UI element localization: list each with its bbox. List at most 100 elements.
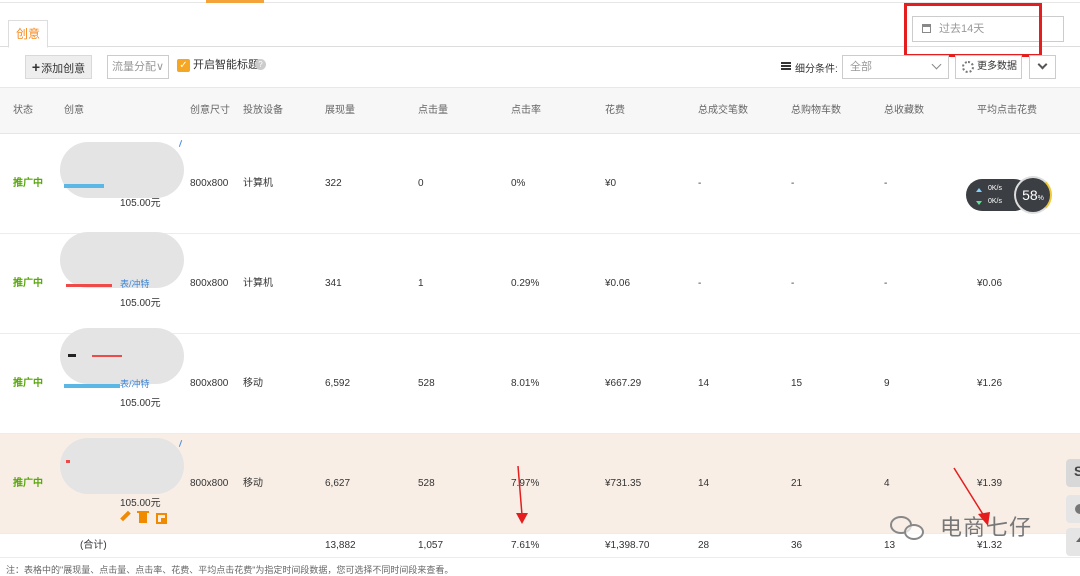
creative-thumbnail[interactable]: [60, 142, 184, 198]
cell-device: 计算机: [243, 178, 273, 189]
cell-device: 计算机: [243, 278, 273, 289]
add-creative-button[interactable]: +添加创意: [25, 55, 92, 79]
side-service-button[interactable]: S: [1066, 459, 1080, 487]
creative-tag: 表/冲特: [120, 379, 150, 389]
smart-title-checkbox[interactable]: ✓: [177, 59, 190, 72]
cell-ctr: 0%: [511, 178, 526, 189]
cell-cost: ¥667.29: [605, 378, 642, 389]
edit-icon[interactable]: [120, 510, 131, 522]
creative-price: 105.00元: [120, 498, 161, 509]
delete-icon[interactable]: [137, 511, 149, 523]
col-carts[interactable]: 总购物车数: [791, 88, 841, 134]
gear-icon: [962, 61, 974, 73]
cell-clicks: 1: [418, 278, 424, 289]
cell-size: 800x800: [190, 178, 229, 189]
col-avg-cpc[interactable]: 平均点击花费: [977, 88, 1037, 134]
total-ctr: 7.61%: [511, 540, 540, 551]
more-data-button[interactable]: 更多数据: [955, 55, 1022, 79]
flow-allocation-dropdown[interactable]: 流量分配∨: [107, 55, 169, 79]
footnote: 注：表格中的"展现量、点击量、点击率、花费、平均点击花费"为指定时间段数据，您可…: [6, 565, 454, 575]
table-row: 推广中 表/冲特 105.00元 800x800 计算机 341 1 0.29%…: [0, 232, 1080, 334]
cell-device: 移动: [243, 478, 263, 489]
col-impressions[interactable]: 展现量: [325, 88, 355, 134]
cell-favorites: 9: [884, 378, 890, 389]
cell-carts: -: [791, 178, 795, 189]
totals-label: (合计): [80, 540, 107, 551]
status-badge: 推广中: [13, 378, 43, 389]
col-status: 状态: [13, 105, 33, 116]
cell-impressions: 6,627: [325, 478, 351, 489]
cell-carts: 15: [791, 378, 803, 389]
creative-price: 105.00元: [120, 298, 161, 309]
cell-impressions: 341: [325, 278, 342, 289]
cell-impressions: 6,592: [325, 378, 351, 389]
col-ctr[interactable]: 点击率: [511, 88, 541, 134]
cell-carts: -: [791, 278, 795, 289]
cell-orders: -: [698, 178, 702, 189]
creative-price: 105.00元: [120, 398, 161, 409]
wechat-icon: [904, 524, 924, 540]
network-speed-widget[interactable]: 0K/s 0K/s 58%: [966, 176, 1061, 214]
cell-avg-cpc: ¥1.26: [977, 378, 1003, 389]
cell-cost: ¥731.35: [605, 478, 642, 489]
cell-cost: ¥0: [605, 178, 617, 189]
cell-ctr: 7.97%: [511, 478, 540, 489]
toolbar: +添加创意 流量分配∨ ✓ 开启智能标题 ? 细分条件: 全部 更多数据: [0, 48, 1080, 88]
watermark-text: 电商七仔: [940, 515, 1033, 540]
thumbnail-mark: [178, 440, 183, 447]
col-creative: 创意: [64, 105, 84, 116]
thumbnail-mark: [178, 140, 183, 147]
cell-orders: 14: [698, 378, 710, 389]
cell-clicks: 528: [418, 478, 435, 489]
segment-select-value: 全部: [850, 61, 872, 73]
side-chat-button[interactable]: [1066, 495, 1080, 523]
segment-label: 细分条件:: [795, 64, 838, 75]
status-badge: 推广中: [13, 278, 43, 289]
cell-ctr: 0.29%: [511, 278, 540, 289]
cell-size: 800x800: [190, 478, 229, 489]
tab-creative[interactable]: 创意: [8, 20, 48, 48]
cell-size: 800x800: [190, 278, 229, 289]
col-device: 投放设备: [243, 105, 283, 116]
thumbnail-strip: [64, 384, 120, 388]
expand-toggle-button[interactable]: [1029, 55, 1056, 79]
cell-clicks: 528: [418, 378, 435, 389]
copy-icon[interactable]: [156, 513, 167, 524]
more-data-label: 更多数据: [977, 61, 1017, 72]
status-badge: 推广中: [13, 478, 43, 489]
back-to-top-button[interactable]: [1066, 528, 1080, 556]
creative-thumbnail[interactable]: [60, 328, 184, 384]
plus-icon: +: [31, 59, 41, 75]
upload-arrow-icon: [976, 188, 982, 192]
col-clicks[interactable]: 点击量: [418, 88, 448, 134]
table-row: 推广中 表/冲特 105.00元 800x800 移动 6,592 528 8.…: [0, 328, 1080, 434]
cell-favorites: -: [884, 278, 888, 289]
table-header: 状态 创意 创意尺寸 投放设备 展现量 点击量 点击率 花费 总成交笔数 总购物…: [0, 88, 1080, 134]
total-orders: 28: [698, 540, 710, 551]
col-cost[interactable]: 花费: [605, 88, 625, 134]
col-orders[interactable]: 总成交笔数: [698, 88, 748, 134]
cell-avg-cpc: ¥0.06: [977, 278, 1003, 289]
col-favorites[interactable]: 总收藏数: [884, 88, 924, 134]
chevron-down-icon: [1037, 59, 1048, 70]
thumbnail-mark: [66, 460, 70, 463]
cell-clicks: 0: [418, 178, 424, 189]
total-clicks: 1,057: [418, 540, 444, 551]
add-creative-label: 添加创意: [41, 63, 86, 75]
col-size: 创意尺寸: [190, 105, 230, 116]
list-icon: [781, 62, 791, 70]
chat-icon: [1075, 504, 1080, 514]
creative-tag: 表/冲特: [120, 279, 150, 289]
cell-impressions: 322: [325, 178, 342, 189]
cell-favorites: -: [884, 178, 888, 189]
creative-thumbnail[interactable]: [60, 438, 184, 494]
total-cost: ¥1,398.70: [605, 540, 650, 551]
smart-title-label: 开启智能标题: [193, 59, 259, 71]
cell-orders: 14: [698, 478, 710, 489]
segment-select[interactable]: 全部: [842, 55, 949, 79]
thumbnail-strip: [66, 284, 112, 287]
memory-usage-value: 58%: [1022, 187, 1044, 203]
download-arrow-icon: [976, 201, 982, 205]
help-icon[interactable]: ?: [255, 59, 266, 70]
cell-carts: 21: [791, 478, 803, 489]
